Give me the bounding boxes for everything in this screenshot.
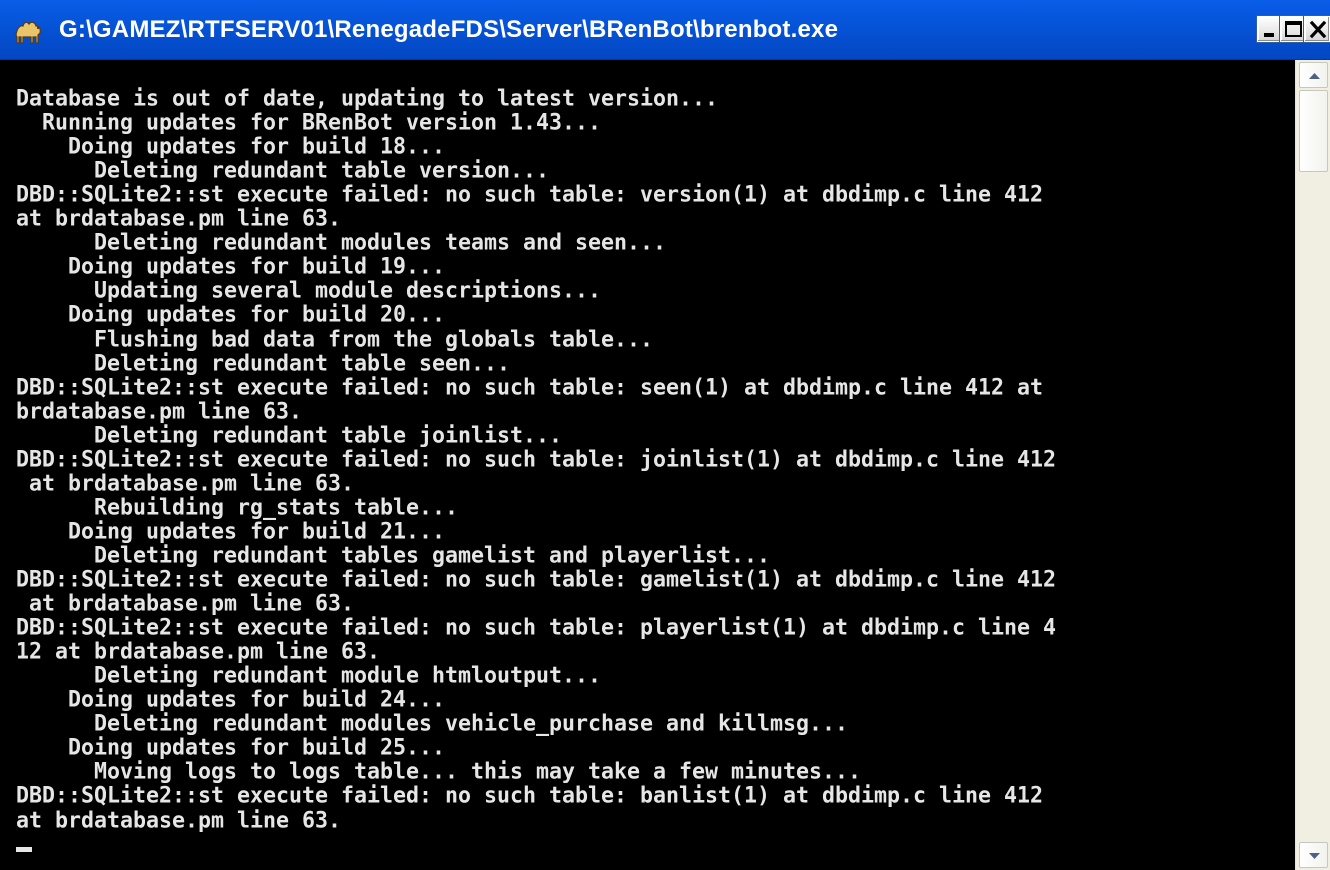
- console-line: Updating several module descriptions...: [16, 278, 602, 305]
- console-line: DBD::SQLite2::st execute failed: no such…: [16, 615, 1057, 641]
- console-line: Deleting redundant module htmloutput...: [16, 663, 602, 689]
- close-button[interactable]: [1304, 16, 1330, 42]
- console-line: DBD::SQLite2::st execute failed: no such…: [16, 446, 1057, 473]
- console-line: Rebuilding rg_stats table...: [16, 494, 459, 521]
- console-line: Doing updates for build 20...: [16, 302, 446, 329]
- console-line: at brdatabase.pm line 63.: [16, 470, 355, 497]
- console-line: at brdatabase.pm line 63.: [16, 807, 342, 834]
- console-line: brdatabase.pm line 63.: [16, 398, 303, 425]
- arrow-up-icon: [1309, 73, 1320, 79]
- console-line: DBD::SQLite2::st execute failed: no such…: [16, 374, 1044, 401]
- console-line: Deleting redundant table seen...: [16, 350, 511, 377]
- console-line: Doing updates for build 21...: [16, 518, 446, 545]
- window-title: G:\GAMEZ\RTFSERV01\RenegadeFDS\Server\BR…: [59, 16, 839, 43]
- console-line: Moving logs to logs table... this may ta…: [16, 759, 862, 786]
- console-line: Doing updates for build 24...: [16, 687, 446, 713]
- scroll-up-button[interactable]: [1299, 62, 1328, 88]
- console-line: at brdatabase.pm line 63.: [16, 591, 355, 617]
- console-window: G:\GAMEZ\RTFSERV01\RenegadeFDS\Server\BR…: [0, 0, 1330, 870]
- console-line: Doing updates for build 18...: [16, 134, 446, 160]
- scroll-down-button[interactable]: [1299, 842, 1328, 868]
- console-line: Running updates for BRenBot version 1.43…: [16, 110, 602, 136]
- console-line: DBD::SQLite2::st execute failed: no such…: [16, 566, 1057, 593]
- close-icon: [1309, 20, 1327, 39]
- console-line: Deleting redundant table joinlist...: [16, 422, 563, 449]
- console-line: Deleting redundant table version...: [16, 158, 550, 184]
- console-line: at brdatabase.pm line 63.: [16, 206, 342, 232]
- vertical-scrollbar[interactable]: [1295, 60, 1330, 870]
- maximize-button[interactable]: [1280, 16, 1306, 42]
- console-line: 12 at brdatabase.pm line 63.: [16, 639, 381, 665]
- console-line: Database is out of date, updating to lat…: [16, 85, 719, 112]
- title-bar[interactable]: G:\GAMEZ\RTFSERV01\RenegadeFDS\Server\BR…: [0, 0, 1330, 60]
- console-line: DBD::SQLite2::st execute failed: no such…: [16, 182, 1044, 208]
- console-line: Doing updates for build 25...: [16, 735, 446, 762]
- console-line: Deleting redundant tables gamelist and p…: [16, 542, 771, 569]
- camel-perl-icon: [15, 21, 41, 44]
- console-line: Flushing bad data from the globals table…: [16, 326, 654, 353]
- scroll-thumb[interactable]: [1299, 90, 1328, 172]
- console-output[interactable]: Database is out of date, updating to lat…: [0, 60, 1295, 870]
- console-line: Deleting redundant modules vehicle_purch…: [16, 711, 849, 738]
- arrow-down-icon: [1309, 853, 1320, 859]
- console-line: Doing updates for build 19...: [16, 254, 446, 281]
- console-line: Deleting redundant modules teams and see…: [16, 230, 667, 257]
- text-cursor: [16, 847, 32, 852]
- console-line: DBD::SQLite2::st execute failed: no such…: [16, 783, 1044, 810]
